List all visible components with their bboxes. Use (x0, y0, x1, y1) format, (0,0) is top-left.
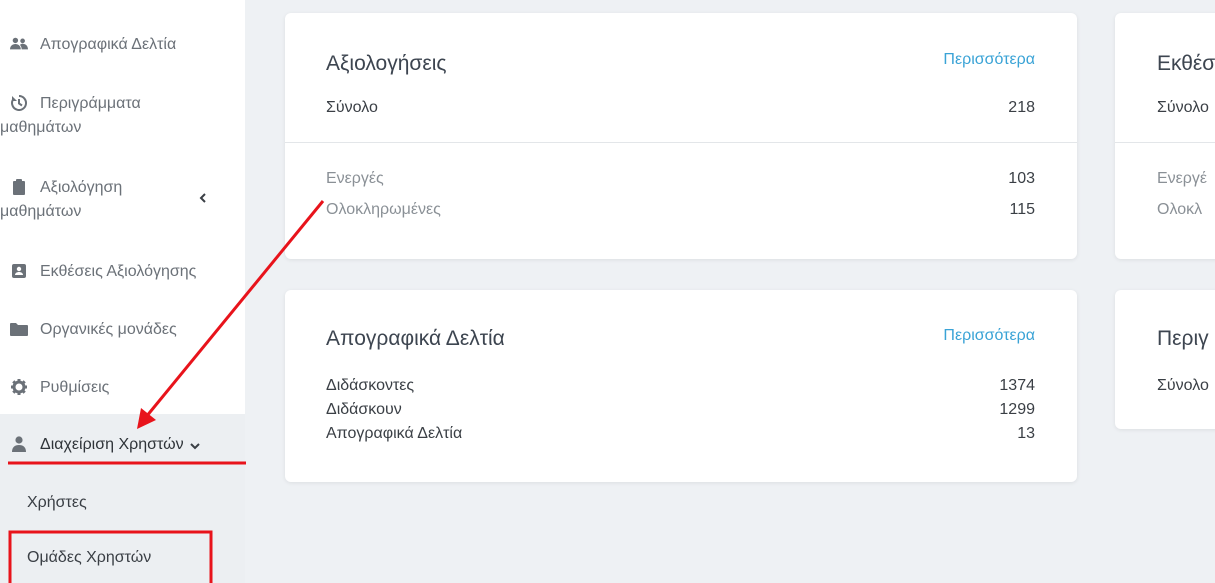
sidebar-item-evaluation-reports[interactable]: Εκθέσεις Αξιολόγησης (0, 260, 245, 284)
sidebar-item-label: Περιγράμματα (40, 95, 141, 112)
stat-label: Ολοκλ (1157, 201, 1203, 218)
stat-row: Ολοκληρωμένες 115 (326, 201, 1035, 221)
sidebar-item-settings[interactable]: Ρυθμίσεις (0, 376, 245, 400)
stat-label: Διδάσκουν (326, 401, 402, 418)
divider (285, 142, 1077, 143)
stat-row: Διδάσκουν 1299 (326, 401, 1035, 421)
folder-icon (10, 321, 30, 339)
sidebar-item-label: Διαχείριση Χρηστών (40, 436, 184, 453)
total-label: Σύνολο (326, 99, 378, 116)
stat-row: Απογραφικά Δελτία 13 (326, 425, 1035, 445)
users-icon (10, 36, 30, 54)
stat-row: Διδάσκοντες 1374 (326, 377, 1035, 397)
more-link[interactable]: Περισσότερα (943, 51, 1035, 69)
stat-label: Ενεργέ (1157, 170, 1208, 187)
total-value: 218 (1008, 99, 1035, 116)
id-card-icon (10, 263, 30, 281)
stat-row: Ενεργές 103 (326, 170, 1035, 190)
total-label: Σύνολο (1157, 99, 1209, 116)
submenu-item-users[interactable]: Χρήστες (27, 494, 87, 512)
card-title: Απογραφικά Δελτία (326, 327, 505, 350)
divider (1115, 142, 1215, 143)
stat-value: 103 (1008, 170, 1035, 187)
stat-value: 1299 (999, 401, 1035, 418)
submenu-item-user-groups[interactable]: Ομάδες Χρηστών (27, 549, 151, 567)
stat-label: Ενεργές (326, 170, 384, 187)
sidebar-item-user-management[interactable]: Διαχείριση Χρηστών (0, 414, 245, 477)
card-title: Εκθέσ (1157, 52, 1215, 75)
stat-row: Ενεργέ (1157, 170, 1215, 190)
card-title: Αξιολογήσεις (326, 52, 447, 75)
stat-value: 1374 (999, 377, 1035, 394)
user-icon (10, 436, 30, 454)
chevron-down-icon[interactable] (189, 441, 200, 451)
more-link[interactable]: Περισσότερα (943, 327, 1035, 345)
evaluations-card: Αξιολογήσεις Περισσότερα Σύνολο 218 Ενερ… (285, 13, 1077, 259)
sidebar-item-label: Ρυθμίσεις (40, 379, 110, 396)
card-title: Περιγ (1157, 327, 1209, 350)
chevron-left-icon[interactable] (198, 193, 208, 203)
total-row: Σύνολο (1157, 99, 1215, 119)
user-management-submenu: Χρήστες Ομάδες Χρηστών (0, 477, 245, 583)
sidebar-item-label: Αξιολόγηση (40, 179, 123, 196)
clipboard-icon (10, 179, 30, 197)
sidebar-item-label: Απογραφικά Δελτία (40, 36, 177, 53)
sidebar-item-label: Εκθέσεις Αξιολόγησης (40, 263, 197, 280)
gear-icon (10, 379, 30, 397)
census-card: Απογραφικά Δελτία Περισσότερα Διδάσκοντε… (285, 290, 1077, 482)
stat-value: 13 (1017, 425, 1035, 442)
stat-value: 115 (1009, 201, 1035, 218)
sidebar-item-label-cont: μαθημάτων (0, 119, 82, 136)
total-row: Σύνολο (1157, 377, 1215, 397)
sidebar: Απογραφικά Δελτία Περιγράμματα μαθημάτων… (0, 0, 245, 583)
reports-card: Εκθέσ Σύνολο Ενεργέ Ολοκλ (1115, 13, 1215, 259)
stat-label: Ολοκληρωμένες (326, 201, 441, 218)
sidebar-item-course-evaluation[interactable]: Αξιολόγηση μαθημάτων (0, 176, 245, 224)
stat-row: Ολοκλ (1157, 201, 1215, 221)
sidebar-item-label: Οργανικές μονάδες (40, 321, 177, 338)
outlines-card: Περιγ Σύνολο (1115, 290, 1215, 429)
sidebar-item-outlines[interactable]: Περιγράμματα μαθημάτων (0, 92, 245, 140)
stat-label: Διδάσκοντες (326, 377, 415, 394)
total-row: Σύνολο 218 (326, 99, 1035, 119)
total-label: Σύνολο (1157, 377, 1209, 394)
sidebar-item-label-cont: μαθημάτων (0, 203, 82, 220)
stat-label: Απογραφικά Δελτία (326, 425, 463, 442)
sidebar-item-census[interactable]: Απογραφικά Δελτία (0, 33, 245, 57)
sidebar-item-org-units[interactable]: Οργανικές μονάδες (0, 318, 245, 342)
history-icon (10, 95, 30, 113)
